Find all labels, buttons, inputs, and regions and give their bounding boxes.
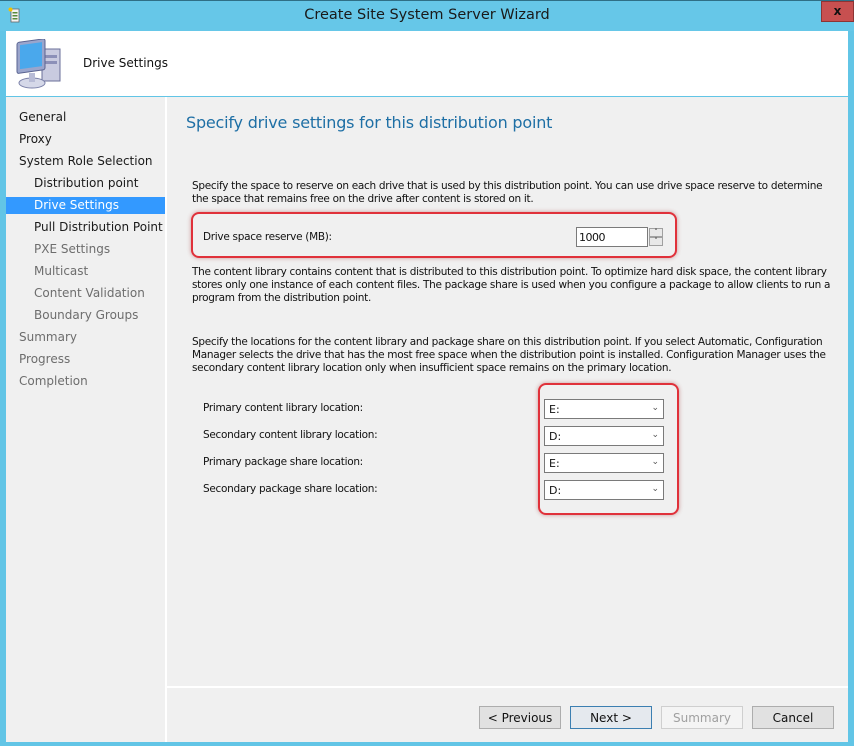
chevron-down-icon: ⌄ (651, 484, 659, 494)
previous-button[interactable]: < Previous (479, 706, 561, 729)
secondary-content-library-label: Secondary content library location: (203, 429, 378, 441)
locations-text: Specify the locations for the content li… (192, 336, 826, 374)
nav-item-system-role-selection[interactable]: System Role Selection (6, 153, 165, 170)
nav-item-content-validation: Content Validation (34, 286, 145, 300)
spin-up-button[interactable]: ˄ (649, 228, 663, 237)
nav-item-progress: Progress (19, 352, 71, 366)
secondary-content-library-select[interactable]: D: ⌄ (544, 426, 664, 446)
chevron-up-icon: ˄ (654, 228, 658, 236)
intro-text: Specify the space to reserve on each dri… (192, 180, 823, 205)
select-value: D: (549, 484, 562, 497)
close-button[interactable]: x (821, 1, 854, 22)
primary-package-share-select[interactable]: E: ⌄ (544, 453, 664, 473)
drive-space-reserve-label: Drive space reserve (MB): (203, 231, 332, 243)
nav-item-summary: Summary (19, 330, 77, 344)
select-value: E: (549, 457, 560, 470)
spin-down-button[interactable]: ˅ (649, 237, 663, 246)
nav-item-pull-distribution-point[interactable]: Pull Distribution Point (6, 219, 165, 236)
nav-item-distribution-point[interactable]: Distribution point (6, 175, 165, 192)
chevron-down-icon: ⌄ (651, 403, 659, 413)
cancel-button[interactable]: Cancel (752, 706, 834, 729)
primary-package-share-label: Primary package share location: (203, 456, 363, 468)
header-title: Drive Settings (83, 56, 169, 70)
wizard-header: Drive Settings (6, 31, 848, 96)
computer-icon (16, 39, 61, 89)
secondary-package-share-select[interactable]: D: ⌄ (544, 480, 664, 500)
wizard-navigation: General Proxy System Role Selection Dist… (6, 97, 165, 742)
primary-content-library-select[interactable]: E: ⌄ (544, 399, 664, 419)
window-title: Create Site System Server Wizard (304, 7, 550, 23)
next-button[interactable]: Next > (570, 706, 652, 729)
page-title: Specify drive settings for this distribu… (186, 113, 553, 132)
chevron-down-icon: ˅ (654, 237, 658, 245)
content-library-text: The content library contains content tha… (192, 266, 831, 304)
main-panel: Specify drive settings for this distribu… (167, 97, 848, 687)
primary-content-library-label: Primary content library location: (203, 402, 363, 414)
nav-item-drive-settings[interactable]: Drive Settings (6, 197, 165, 214)
nav-item-pxe-settings: PXE Settings (34, 242, 111, 256)
wizard-footer: < Previous Next > Summary Cancel (167, 688, 848, 742)
nav-item-general[interactable]: General (6, 109, 165, 126)
nav-item-proxy[interactable]: Proxy (6, 131, 165, 148)
drive-space-reserve-input[interactable] (576, 227, 648, 247)
chevron-down-icon: ⌄ (651, 457, 659, 467)
chevron-down-icon: ⌄ (651, 430, 659, 440)
close-icon: x (833, 4, 842, 18)
select-value: D: (549, 430, 562, 443)
secondary-package-share-label: Secondary package share location: (203, 483, 378, 495)
summary-button: Summary (661, 706, 743, 729)
select-value: E: (549, 403, 560, 416)
drive-space-reserve-spinner: ˄ ˅ (576, 227, 664, 247)
nav-item-completion: Completion (19, 374, 88, 388)
nav-item-boundary-groups: Boundary Groups (34, 308, 139, 322)
title-bar: Create Site System Server Wizard x (0, 0, 854, 31)
nav-item-multicast: Multicast (34, 264, 89, 278)
